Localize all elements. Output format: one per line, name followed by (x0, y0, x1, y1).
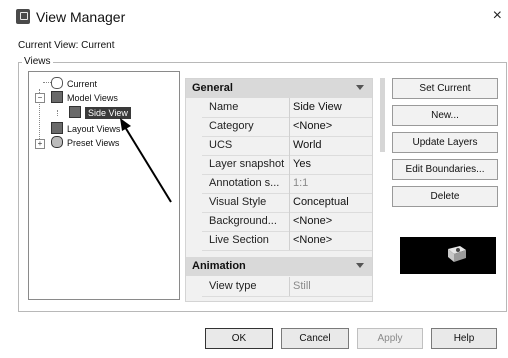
property-value[interactable]: Side View (289, 98, 342, 117)
annotation-arrow-icon (120, 118, 172, 203)
ok-button[interactable]: OK (205, 328, 273, 349)
property-key: Visual Style (209, 196, 267, 208)
property-value[interactable]: World (289, 136, 322, 155)
views-tree[interactable]: Current − Model Views Side View Layout V… (28, 71, 180, 300)
property-key: Background... (209, 215, 277, 227)
section-animation[interactable]: Animation (186, 257, 372, 276)
help-button[interactable]: Help (431, 328, 497, 349)
window-title: View Manager (36, 9, 126, 25)
property-row[interactable]: Background... <None> (202, 212, 372, 232)
property-row[interactable]: Visual Style Conceptual (202, 193, 372, 213)
property-value: Still (289, 277, 311, 296)
edit-boundaries-button[interactable]: Edit Boundaries... (392, 159, 498, 180)
property-value[interactable]: <None> (289, 212, 332, 231)
property-value[interactable]: Yes (289, 155, 311, 174)
view-preview (400, 237, 496, 274)
property-key: UCS (209, 139, 233, 151)
property-key: Category (209, 120, 254, 132)
current-view-label: Current View: Current (18, 40, 115, 51)
property-value[interactable]: <None> (289, 117, 332, 136)
property-value[interactable]: <None> (289, 231, 332, 250)
property-key: Live Section (209, 234, 269, 246)
apply-button[interactable]: Apply (357, 328, 423, 349)
section-general[interactable]: General (186, 79, 372, 98)
property-row[interactable]: Live Section <None> (202, 231, 372, 251)
collapse-arrow-icon[interactable] (356, 263, 364, 268)
property-key: Annotation s... (209, 177, 280, 189)
property-key: Name (209, 101, 239, 113)
3d-part-preview-icon (448, 246, 466, 262)
property-row[interactable]: UCS World (202, 136, 372, 156)
views-group-label: Views (22, 56, 53, 67)
title-bar: View Manager × (0, 0, 508, 34)
property-row[interactable]: Annotation s... 1:1 (202, 174, 372, 194)
property-key: Layer snapshot (209, 158, 285, 170)
section-title: Animation (192, 260, 246, 272)
property-row[interactable]: View type Still (202, 277, 372, 297)
new-view-button[interactable]: New... (392, 105, 498, 126)
app-icon (16, 9, 30, 24)
properties-scrollbar[interactable] (380, 78, 385, 152)
property-key: View type (209, 280, 257, 292)
property-row[interactable]: Name Side View (202, 98, 372, 118)
section-title: General (192, 82, 233, 94)
collapse-arrow-icon[interactable] (356, 85, 364, 90)
property-row[interactable]: Category <None> (202, 117, 372, 137)
set-current-button[interactable]: Set Current (392, 78, 498, 99)
cancel-button[interactable]: Cancel (281, 328, 349, 349)
property-value: 1:1 (289, 174, 308, 193)
properties-panel[interactable]: General Name Side View Category <None> U… (185, 78, 373, 302)
property-row[interactable]: Layer snapshot Yes (202, 155, 372, 175)
property-value[interactable]: Conceptual (289, 193, 349, 212)
update-layers-button[interactable]: Update Layers (392, 132, 498, 153)
delete-button[interactable]: Delete (392, 186, 498, 207)
close-icon[interactable]: × (493, 7, 502, 25)
